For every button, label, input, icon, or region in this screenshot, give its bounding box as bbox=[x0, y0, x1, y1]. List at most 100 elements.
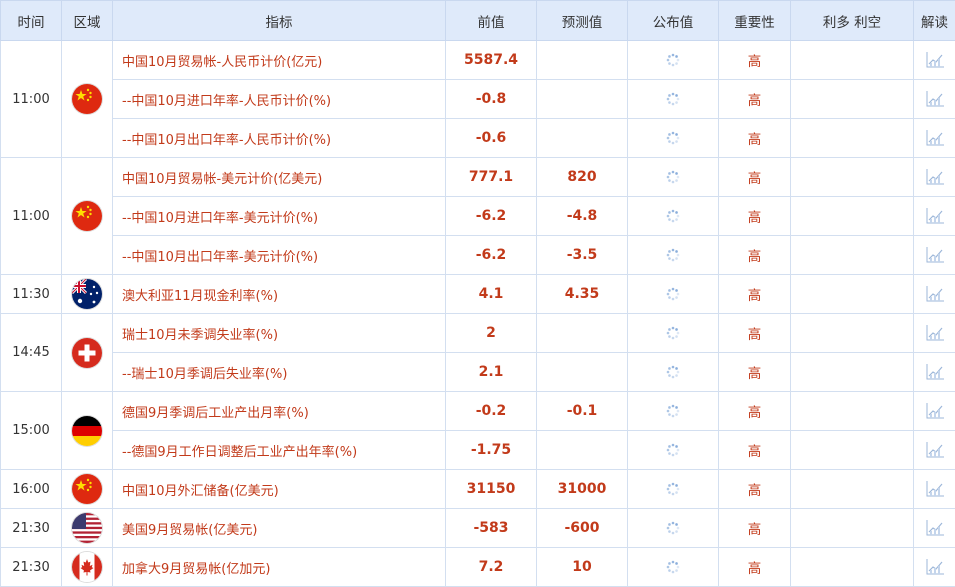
analysis-cell[interactable] bbox=[914, 119, 955, 158]
analysis-cell[interactable] bbox=[914, 509, 955, 548]
analysis-cell[interactable] bbox=[914, 353, 955, 392]
chart-icon[interactable] bbox=[925, 404, 945, 419]
indicator-name[interactable]: --中国10月出口年率-美元计价(%) bbox=[113, 236, 446, 275]
loading-spinner-icon bbox=[666, 404, 680, 419]
indicator-name[interactable]: 加拿大9月贸易帐(亿加元) bbox=[113, 548, 446, 587]
table-row: 11:00中国10月贸易帐-人民币计价(亿元)5587.4高 bbox=[1, 41, 955, 80]
chart-icon[interactable] bbox=[925, 560, 945, 575]
region-cell bbox=[62, 392, 113, 470]
chart-icon[interactable] bbox=[925, 170, 945, 185]
chart-icon[interactable] bbox=[925, 248, 945, 263]
analysis-cell[interactable] bbox=[914, 197, 955, 236]
importance-value: 高 bbox=[719, 353, 791, 392]
actual-value-cell bbox=[628, 275, 719, 314]
actual-value-cell bbox=[628, 158, 719, 197]
indicator-name[interactable]: 美国9月贸易帐(亿美元) bbox=[113, 509, 446, 548]
analysis-cell[interactable] bbox=[914, 41, 955, 80]
indicator-name[interactable]: --瑞士10月季调后失业率(%) bbox=[113, 353, 446, 392]
actual-value-cell bbox=[628, 197, 719, 236]
indicator-name[interactable]: 澳大利亚11月现金利率(%) bbox=[113, 275, 446, 314]
analysis-cell[interactable] bbox=[914, 470, 955, 509]
analysis-cell[interactable] bbox=[914, 431, 955, 470]
chart-icon[interactable] bbox=[925, 53, 945, 68]
importance-value: 高 bbox=[719, 158, 791, 197]
actual-value-cell bbox=[628, 80, 719, 119]
actual-value-cell bbox=[628, 431, 719, 470]
forecast-value bbox=[537, 41, 628, 80]
analysis-cell[interactable] bbox=[914, 236, 955, 275]
indicator-name[interactable]: --中国10月进口年率-人民币计价(%) bbox=[113, 80, 446, 119]
event-time: 15:00 bbox=[1, 392, 62, 470]
analysis-cell[interactable] bbox=[914, 80, 955, 119]
loading-spinner-icon bbox=[666, 560, 680, 575]
header-impact: 利多 利空 bbox=[791, 1, 914, 41]
loading-spinner-icon bbox=[666, 326, 680, 341]
analysis-cell[interactable] bbox=[914, 275, 955, 314]
region-cell bbox=[62, 275, 113, 314]
previous-value: 2 bbox=[446, 314, 537, 353]
analysis-cell[interactable] bbox=[914, 314, 955, 353]
region-cell bbox=[62, 548, 113, 587]
economic-calendar-table: 时间 区域 指标 前值 预测值 公布值 重要性 利多 利空 解读 11:00中国… bbox=[0, 0, 955, 587]
indicator-name[interactable]: 德国9月季调后工业产出月率(%) bbox=[113, 392, 446, 431]
loading-spinner-icon bbox=[666, 53, 680, 68]
table-row: 14:45瑞士10月未季调失业率(%)2高 bbox=[1, 314, 955, 353]
previous-value: -0.8 bbox=[446, 80, 537, 119]
table-row: 16:00中国10月外汇储备(亿美元)3115031000高 bbox=[1, 470, 955, 509]
forecast-value: 820 bbox=[537, 158, 628, 197]
analysis-cell[interactable] bbox=[914, 158, 955, 197]
forecast-value bbox=[537, 119, 628, 158]
chart-icon[interactable] bbox=[925, 287, 945, 302]
table-row: 21:30加拿大9月贸易帐(亿加元)7.210高 bbox=[1, 548, 955, 587]
region-cell bbox=[62, 314, 113, 392]
importance-value: 高 bbox=[719, 548, 791, 587]
previous-value: 7.2 bbox=[446, 548, 537, 587]
previous-value: 2.1 bbox=[446, 353, 537, 392]
forecast-value bbox=[537, 80, 628, 119]
importance-value: 高 bbox=[719, 197, 791, 236]
chart-icon[interactable] bbox=[925, 443, 945, 458]
forecast-value bbox=[537, 314, 628, 353]
loading-spinner-icon bbox=[666, 248, 680, 263]
impact-cell bbox=[791, 392, 914, 431]
analysis-cell[interactable] bbox=[914, 548, 955, 587]
indicator-name[interactable]: --中国10月进口年率-美元计价(%) bbox=[113, 197, 446, 236]
loading-spinner-icon bbox=[666, 521, 680, 536]
actual-value-cell bbox=[628, 509, 719, 548]
indicator-name[interactable]: 中国10月贸易帐-美元计价(亿美元) bbox=[113, 158, 446, 197]
australia-flag-icon bbox=[72, 279, 102, 309]
impact-cell bbox=[791, 236, 914, 275]
impact-cell bbox=[791, 119, 914, 158]
actual-value-cell bbox=[628, 548, 719, 587]
header-actual: 公布值 bbox=[628, 1, 719, 41]
previous-value: 31150 bbox=[446, 470, 537, 509]
header-time: 时间 bbox=[1, 1, 62, 41]
chart-icon[interactable] bbox=[925, 482, 945, 497]
indicator-name[interactable]: 瑞士10月未季调失业率(%) bbox=[113, 314, 446, 353]
event-time: 16:00 bbox=[1, 470, 62, 509]
forecast-value bbox=[537, 431, 628, 470]
chart-icon[interactable] bbox=[925, 521, 945, 536]
chart-icon[interactable] bbox=[925, 209, 945, 224]
impact-cell bbox=[791, 80, 914, 119]
region-cell bbox=[62, 509, 113, 548]
forecast-value: 31000 bbox=[537, 470, 628, 509]
analysis-cell[interactable] bbox=[914, 392, 955, 431]
impact-cell bbox=[791, 353, 914, 392]
chart-icon[interactable] bbox=[925, 326, 945, 341]
china-flag-icon bbox=[72, 201, 102, 231]
impact-cell bbox=[791, 158, 914, 197]
chart-icon[interactable] bbox=[925, 92, 945, 107]
indicator-name[interactable]: 中国10月贸易帐-人民币计价(亿元) bbox=[113, 41, 446, 80]
chart-icon[interactable] bbox=[925, 365, 945, 380]
indicator-name[interactable]: 中国10月外汇储备(亿美元) bbox=[113, 470, 446, 509]
indicator-name[interactable]: --德国9月工作日调整后工业产出年率(%) bbox=[113, 431, 446, 470]
event-time: 11:00 bbox=[1, 158, 62, 275]
region-cell bbox=[62, 41, 113, 158]
chart-icon[interactable] bbox=[925, 131, 945, 146]
importance-value: 高 bbox=[719, 392, 791, 431]
indicator-name[interactable]: --中国10月出口年率-人民币计价(%) bbox=[113, 119, 446, 158]
importance-value: 高 bbox=[719, 119, 791, 158]
previous-value: 777.1 bbox=[446, 158, 537, 197]
loading-spinner-icon bbox=[666, 92, 680, 107]
